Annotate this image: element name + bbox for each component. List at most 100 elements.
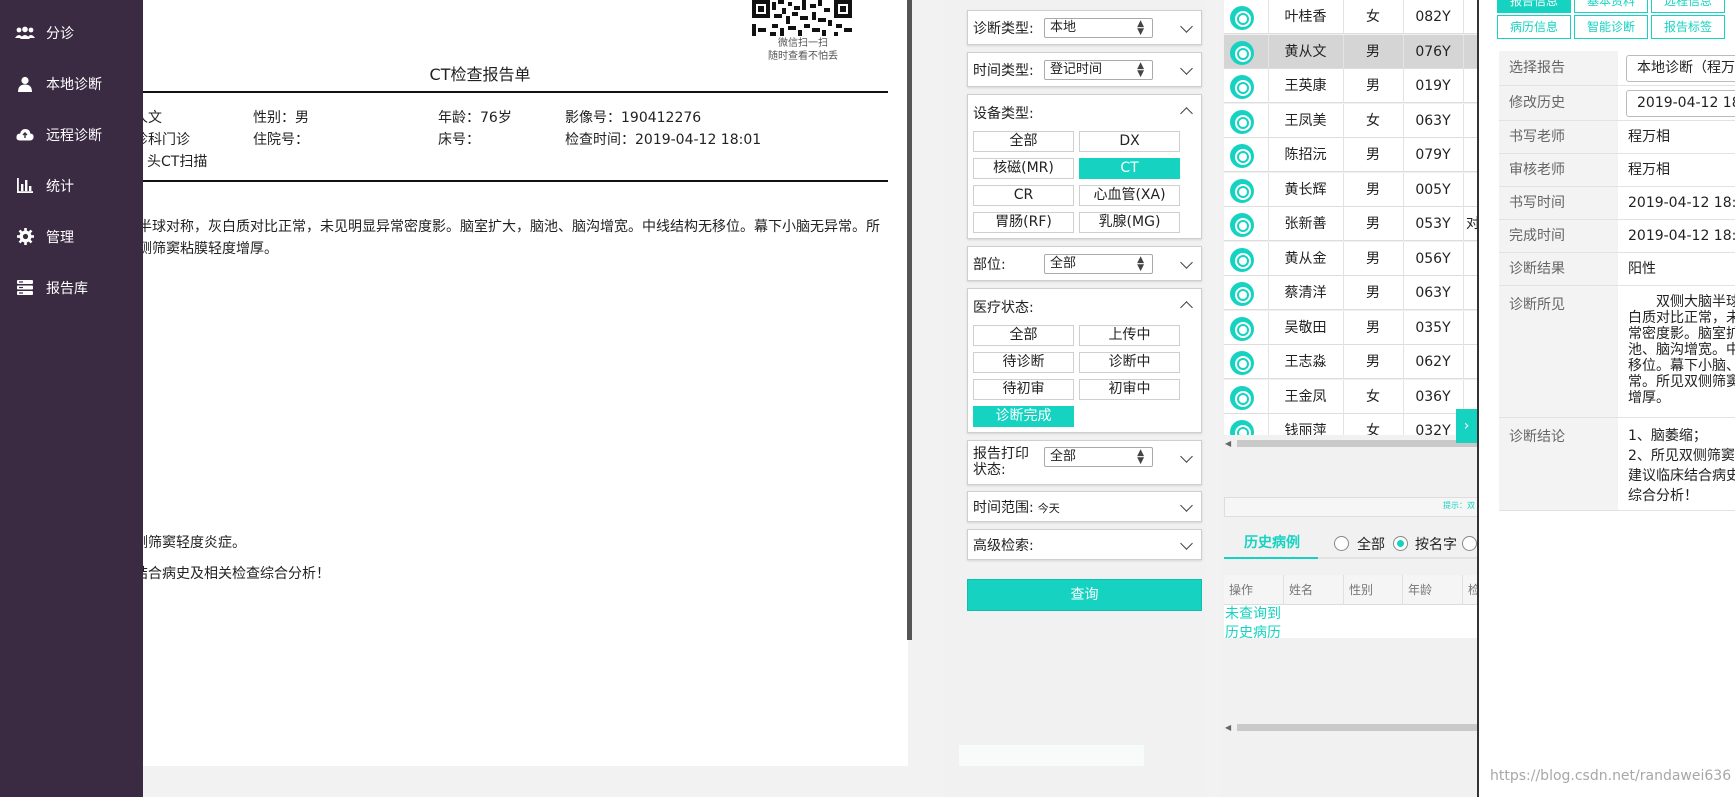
body-part-select[interactable]: 全部 ▲ ▼	[1044, 254, 1153, 274]
sidebar-item-remote-diagnosis[interactable]: 远程诊断	[0, 109, 143, 160]
chevron-up-icon[interactable]	[1180, 107, 1193, 120]
radio-more[interactable]	[1462, 536, 1477, 551]
chevron-down-icon[interactable]	[1180, 450, 1193, 463]
status-option-completed[interactable]: 诊断完成	[973, 406, 1074, 427]
sidebar-item-statistics[interactable]: 统计	[0, 160, 143, 211]
eye-icon[interactable]	[1230, 317, 1254, 341]
radio-by-name-label: 按名字	[1415, 537, 1457, 553]
tab-report-tags[interactable]: 报告标签	[1651, 15, 1725, 39]
status-option-diagnosing[interactable]: 诊断中	[1079, 352, 1180, 373]
eye-icon[interactable]	[1230, 144, 1254, 168]
patient-name: 王英康	[1284, 78, 1327, 94]
watermark: https://blog.csdn.net/randawei636	[1490, 768, 1732, 784]
status-option-pending-review[interactable]: 待初审	[973, 379, 1074, 400]
tab-basic-info[interactable]: 基本资料	[1574, 0, 1648, 13]
status-option-all[interactable]: 全部	[973, 325, 1074, 346]
filter-label: 时间类型:	[973, 62, 1034, 79]
device-option-rf[interactable]: 胃肠(RF)	[973, 212, 1074, 233]
patient-row[interactable]: 黄从文 男 076Y	[1224, 35, 1479, 69]
patient-gender: 男	[1366, 147, 1380, 163]
eye-icon[interactable]	[1230, 282, 1254, 306]
patient-name: 叶桂香	[1284, 9, 1327, 25]
device-option-all[interactable]: 全部	[973, 131, 1074, 152]
history-header-cell: 年龄	[1403, 575, 1463, 605]
report-scrollbar[interactable]	[907, 0, 912, 640]
time-type-select[interactable]: 登记时间 ▲ ▼	[1044, 60, 1153, 80]
eye-icon[interactable]	[1230, 248, 1254, 272]
detail-row-findings: 诊断所见 双侧大脑半球 白质对比正常，未 常密度影。脑室扩 池、脑沟增宽。中 移…	[1499, 286, 1735, 418]
eye-icon[interactable]	[1230, 6, 1254, 30]
select-report-dropdown[interactable]: 本地诊断（程万	[1626, 55, 1735, 82]
history-dropdown[interactable]: 2019-04-12 18:0	[1626, 90, 1735, 117]
device-option-xa[interactable]: 心血管(XA)	[1079, 185, 1180, 206]
eye-icon[interactable]	[1230, 213, 1254, 237]
tab-smart-diagnosis[interactable]: 智能诊断	[1574, 15, 1648, 39]
radio-all[interactable]	[1334, 536, 1349, 551]
patient-row[interactable]: 陈招沅 男 079Y	[1224, 138, 1479, 172]
patient-row[interactable]: 蔡清洋 男 063Y	[1224, 276, 1479, 310]
query-button[interactable]: 查询	[967, 579, 1202, 611]
patient-row[interactable]: 叶桂香 女 082Y	[1224, 0, 1479, 34]
chevron-down-icon[interactable]	[1180, 20, 1193, 33]
device-option-mr[interactable]: 核磁(MR)	[973, 158, 1074, 179]
detail-value: 阳性	[1628, 261, 1656, 277]
patient-row[interactable]: 王英康 男 019Y	[1224, 69, 1479, 103]
chevron-down-icon[interactable]	[1180, 256, 1193, 269]
sidebar-item-triage[interactable]: 分诊	[0, 7, 143, 58]
filter-diagnosis-type: 诊断类型: 本地 ▲ ▼	[967, 10, 1202, 45]
patient-list: 叶桂香女 082Y 黄从文男 076Y 王英康男 019Y 王凤美女 063Y 陈招沅男 079Y…	[1221, 0, 1480, 797]
patient-list-hscrollbar[interactable]: ◀	[1224, 438, 1479, 448]
tab-record-info[interactable]: 病历信息	[1497, 15, 1571, 39]
history-hscrollbar[interactable]: ◀	[1224, 722, 1479, 732]
detail-value: 2019-04-12 18:08	[1628, 228, 1735, 244]
detail-key: 完成时间	[1499, 220, 1618, 252]
detail-row-write-time: 书写时间 2019-04-12 18:07	[1499, 187, 1735, 220]
status-option-reviewing[interactable]: 初审中	[1079, 379, 1180, 400]
chevron-up-icon[interactable]	[1180, 301, 1193, 314]
diagnosis-type-select[interactable]: 本地 ▲ ▼	[1044, 18, 1153, 38]
chevron-down-icon[interactable]	[1180, 62, 1193, 75]
filter-time-range[interactable]: 时间范围: 今天	[967, 491, 1202, 522]
patient-age: 063Y	[1415, 113, 1451, 129]
device-option-ct[interactable]: CT	[1079, 158, 1180, 179]
filter-advanced-search[interactable]: 高级检索:	[967, 529, 1202, 560]
patient-name: 蔡清洋	[1284, 285, 1327, 301]
next-page-button[interactable]: ›	[1456, 409, 1477, 443]
eye-icon[interactable]	[1230, 41, 1254, 65]
sidebar-item-management[interactable]: 管理	[0, 211, 143, 262]
eye-icon[interactable]	[1230, 110, 1254, 134]
device-option-dx[interactable]: DX	[1079, 131, 1180, 152]
device-option-cr[interactable]: CR	[973, 185, 1074, 206]
tab-report-info[interactable]: 报告信息	[1497, 0, 1571, 13]
status-option-uploading[interactable]: 上传中	[1079, 325, 1180, 346]
print-status-select[interactable]: 全部 ▲ ▼	[1044, 447, 1153, 467]
select-arrows-icon: ▲ ▼	[1137, 61, 1144, 79]
status-option-pending-diagnosis[interactable]: 待诊断	[973, 352, 1074, 373]
patient-row[interactable]: 黄从金 男 056Y	[1224, 242, 1479, 276]
sidebar-item-local-diagnosis[interactable]: 本地诊断	[0, 58, 143, 109]
patient-row[interactable]: 王凤美 女 063Y	[1224, 104, 1479, 138]
patient-row[interactable]: 王金凤 女 036Y	[1224, 380, 1479, 414]
patient-row[interactable]: 王志淼 男 062Y	[1224, 345, 1479, 379]
detail-value: 2019-04-12 18:07	[1628, 195, 1735, 211]
detail-key: 诊断结论	[1499, 418, 1618, 510]
radio-by-name[interactable]	[1393, 536, 1408, 551]
patient-row[interactable]: 钱丽萍 女 032Y	[1224, 414, 1479, 435]
eye-icon[interactable]	[1230, 420, 1254, 435]
device-option-mg[interactable]: 乳腺(MG)	[1079, 212, 1180, 233]
eye-icon[interactable]	[1230, 386, 1254, 410]
patient-row[interactable]: 吴敬田 男 035Y	[1224, 311, 1479, 345]
patient-row[interactable]: 黄长辉 男 005Y	[1224, 173, 1479, 207]
tab-remote-info[interactable]: 远程信息	[1651, 0, 1725, 13]
tab-history-cases[interactable]: 历史病例	[1244, 532, 1300, 552]
patient-row[interactable]: 张新善男 053Y 对	[1224, 207, 1479, 241]
patient-gender: 女	[1366, 389, 1380, 405]
chevron-down-icon[interactable]	[1180, 537, 1193, 550]
patient-gender: 男	[1366, 216, 1380, 232]
patient-gender: 女	[1366, 423, 1380, 435]
eye-icon[interactable]	[1230, 351, 1254, 375]
chevron-down-icon[interactable]	[1180, 499, 1193, 512]
eye-icon[interactable]	[1230, 75, 1254, 99]
eye-icon[interactable]	[1230, 179, 1254, 203]
sidebar-item-report-library[interactable]: 报告库	[0, 262, 143, 313]
